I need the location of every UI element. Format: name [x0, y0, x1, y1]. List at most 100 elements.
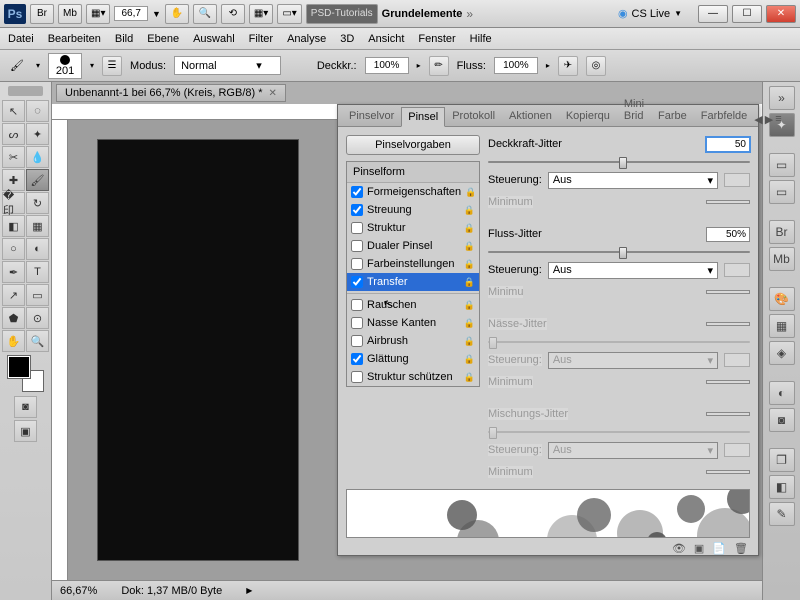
viewmode-button[interactable]: ▦▾	[86, 4, 110, 24]
shape-item-farbeinstellungen[interactable]: Farbeinstellungen🔒	[347, 255, 479, 273]
zoom-display[interactable]: 66,7	[114, 6, 147, 21]
lock-icon[interactable]: 🔒	[464, 259, 475, 270]
canvas[interactable]	[98, 140, 298, 560]
menu-3d[interactable]: 3D	[340, 33, 354, 45]
bridge-button[interactable]: Br	[30, 4, 54, 24]
dock-bridge-icon[interactable]: Br	[769, 220, 795, 244]
lock-icon[interactable]: 🔒	[464, 241, 475, 252]
tabs-scroll-right-icon[interactable]: ▶	[765, 113, 773, 126]
lasso-tool[interactable]: ᔕ	[2, 123, 25, 145]
move-tool[interactable]: ↖	[2, 100, 25, 122]
brush-preview[interactable]: 201	[48, 53, 82, 79]
hand-tool[interactable]: ✋	[2, 330, 25, 352]
dock-styles-icon[interactable]: ◈	[769, 341, 795, 365]
brush-tool[interactable]: 🖌	[26, 169, 49, 191]
flow-jitter-input[interactable]: 50%	[706, 227, 750, 242]
quickmask-tool[interactable]: ◙	[14, 396, 37, 418]
shape-item-glättung[interactable]: Glättung🔒	[347, 350, 479, 368]
shape-item-rauschen[interactable]: Rauschen🔒↖	[347, 293, 479, 314]
blur-tool[interactable]: ○	[2, 238, 25, 260]
shape-checkbox[interactable]	[351, 240, 363, 252]
shape-item-struktur[interactable]: Struktur🔒	[347, 219, 479, 237]
minimize-button[interactable]: —	[698, 5, 728, 23]
save-brush-icon[interactable]: 📄	[712, 542, 726, 555]
delete-brush-icon[interactable]: 🗑	[734, 542, 748, 555]
arrange-button[interactable]: ▦▾	[249, 4, 273, 24]
menu-datei[interactable]: Datei	[8, 33, 34, 45]
menu-fenster[interactable]: Fenster	[418, 33, 455, 45]
zoom-tool[interactable]: 🔍	[26, 330, 49, 352]
dock-collapse-icon[interactable]: »	[769, 86, 795, 110]
tabs-scroll-left-icon[interactable]: ◀	[754, 113, 762, 126]
pinselform-header[interactable]: Pinselform	[347, 162, 479, 183]
opacity-jitter-slider[interactable]	[488, 161, 750, 163]
color-swatches[interactable]	[8, 356, 44, 392]
menu-filter[interactable]: Filter	[249, 33, 273, 45]
shape-checkbox[interactable]	[351, 371, 363, 383]
shape-tool[interactable]: ▭	[26, 284, 49, 306]
3d-tool[interactable]: ⬟	[2, 307, 25, 329]
tablet-opacity-icon[interactable]: ✏	[429, 56, 449, 76]
dodge-tool[interactable]: ◐	[26, 238, 49, 260]
menu-ebene[interactable]: Ebene	[147, 33, 179, 45]
menu-analyse[interactable]: Analyse	[287, 33, 326, 45]
tab-aktionen[interactable]: Aktionen	[502, 106, 559, 126]
tab-farbe[interactable]: Farbe	[651, 106, 694, 126]
close-button[interactable]: ✕	[766, 5, 796, 23]
status-docinfo[interactable]: Dok: 1,37 MB/0 Byte	[121, 585, 222, 597]
gradient-tool[interactable]: ▦	[26, 215, 49, 237]
dock-masks-icon[interactable]: ◙	[769, 408, 795, 432]
tab-kopierquelle[interactable]: Kopierqu	[559, 106, 617, 126]
zoom-button[interactable]: 🔍	[193, 4, 217, 24]
shape-item-dualer-pinsel[interactable]: Dualer Pinsel🔒	[347, 237, 479, 255]
close-tab-icon[interactable]: ✕	[269, 88, 277, 99]
control1-select[interactable]: Aus▾	[548, 172, 718, 189]
shape-checkbox[interactable]	[351, 335, 363, 347]
type-tool[interactable]: T	[26, 261, 49, 283]
lock-icon[interactable]: 🔒	[464, 205, 475, 216]
lock-icon[interactable]: 🔒	[464, 372, 475, 383]
wand-tool[interactable]: ✦	[26, 123, 49, 145]
dock-history-icon[interactable]: ▭	[769, 153, 795, 177]
foreground-color[interactable]	[8, 356, 30, 378]
lock-icon[interactable]: 🔒	[464, 318, 475, 329]
marquee-tool[interactable]: ◌	[26, 100, 49, 122]
shape-item-airbrush[interactable]: Airbrush🔒	[347, 332, 479, 350]
ruler-vertical[interactable]	[52, 120, 68, 580]
lock-icon[interactable]: 🔒	[464, 336, 475, 347]
shape-checkbox[interactable]	[351, 222, 363, 234]
dock-channels-icon[interactable]: ◧	[769, 475, 795, 499]
dock-layers-icon[interactable]: ❐	[769, 448, 795, 472]
hand-button[interactable]: ✋	[165, 4, 189, 24]
rotate-button[interactable]: ⟲	[221, 4, 245, 24]
tab-farbfelder[interactable]: Farbfelde	[694, 106, 754, 126]
path-tool[interactable]: ↗	[2, 284, 25, 306]
status-zoom[interactable]: 66,67%	[60, 585, 97, 597]
airbrush-icon[interactable]: ✈	[558, 56, 578, 76]
tab-minibridge[interactable]: Mini Brid	[617, 94, 651, 126]
shape-checkbox[interactable]	[351, 276, 363, 288]
minibridge-button[interactable]: Mb	[58, 4, 82, 24]
chevron-right-icon[interactable]: »	[466, 7, 473, 21]
tab-protokoll[interactable]: Protokoll	[445, 106, 502, 126]
panel-menu-icon[interactable]: ≡	[775, 113, 781, 126]
lock-icon[interactable]: 🔒	[464, 223, 475, 234]
shape-checkbox[interactable]	[351, 317, 363, 329]
shape-checkbox[interactable]	[351, 204, 363, 216]
shape-checkbox[interactable]	[351, 258, 363, 270]
menu-bild[interactable]: Bild	[115, 33, 133, 45]
menu-ansicht[interactable]: Ansicht	[368, 33, 404, 45]
menu-auswahl[interactable]: Auswahl	[193, 33, 235, 45]
shape-item-transfer[interactable]: Transfer🔒	[347, 273, 479, 291]
screenmode-button[interactable]: ▭▾	[277, 4, 301, 24]
dock-actions-icon[interactable]: ▭	[769, 180, 795, 204]
dock-color-icon[interactable]: 🎨	[769, 287, 795, 311]
shape-checkbox[interactable]	[351, 186, 363, 198]
shape-item-nasse-kanten[interactable]: Nasse Kanten🔒	[347, 314, 479, 332]
flow-jitter-slider[interactable]	[488, 251, 750, 253]
opacity-jitter-input[interactable]: 50	[706, 137, 750, 152]
shape-checkbox[interactable]	[351, 299, 363, 311]
opacity-input[interactable]: 100%	[365, 57, 409, 74]
mode-select[interactable]: Normal ▾	[174, 56, 281, 75]
tools-grip[interactable]	[8, 86, 43, 96]
